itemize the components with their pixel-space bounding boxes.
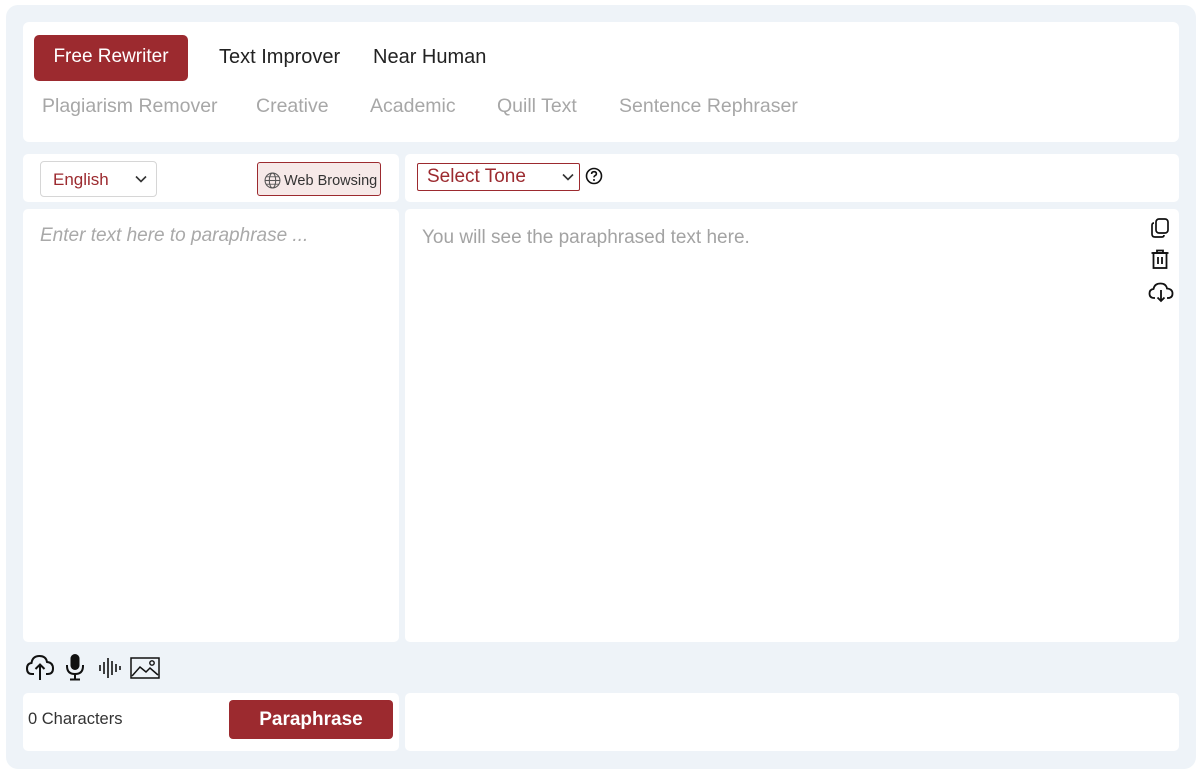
mode-quill-text-button[interactable]: Quill Text [497, 95, 577, 118]
upload-cloud-icon[interactable] [25, 653, 55, 681]
mode-plagiarism-remover-button[interactable]: Plagiarism Remover [42, 95, 218, 118]
mode-text-improver-button[interactable]: Text Improver [219, 46, 340, 69]
web-browsing-label: Web Browsing [284, 173, 378, 189]
trash-icon[interactable] [1149, 248, 1171, 270]
language-select-value: English [53, 170, 109, 189]
input-placeholder: Enter text here to paraphrase ... [40, 225, 309, 246]
output-text-area: You will see the paraphrased text here. [405, 209, 1179, 642]
output-footer [405, 693, 1179, 751]
copy-icon[interactable] [1149, 217, 1171, 239]
tone-select[interactable]: Select Tone [417, 163, 580, 191]
input-toolbar: English Web Browsing [23, 154, 399, 202]
audio-wave-icon[interactable] [98, 656, 122, 680]
image-icon[interactable] [130, 657, 160, 679]
input-text-area[interactable]: Enter text here to paraphrase ... [23, 209, 399, 642]
mode-academic-button[interactable]: Academic [370, 95, 456, 118]
mode-sentence-rephraser-button[interactable]: Sentence Rephraser [619, 95, 798, 118]
input-footer: 0 Characters Paraphrase [23, 693, 399, 751]
mode-creative-button[interactable]: Creative [256, 95, 329, 118]
download-cloud-icon[interactable] [1148, 281, 1174, 303]
language-select[interactable]: English [40, 161, 157, 197]
mode-free-rewriter-button[interactable]: Free Rewriter [34, 35, 188, 81]
chevron-down-icon [135, 175, 147, 183]
mode-near-human-button[interactable]: Near Human [373, 46, 486, 69]
character-count: 0 Characters [28, 710, 123, 728]
tone-select-value: Select Tone [427, 166, 526, 187]
output-toolbar: Select Tone [405, 154, 1179, 202]
chevron-down-icon [562, 173, 574, 181]
web-browsing-button[interactable]: Web Browsing [257, 162, 381, 196]
help-icon[interactable] [585, 167, 603, 185]
paraphrase-button[interactable]: Paraphrase [229, 700, 393, 739]
microphone-icon[interactable] [65, 653, 85, 681]
mode-tabs: Free Rewriter Text Improver Near Human P… [23, 22, 1179, 142]
globe-icon [264, 172, 281, 189]
output-placeholder: You will see the paraphrased text here. [422, 227, 750, 248]
